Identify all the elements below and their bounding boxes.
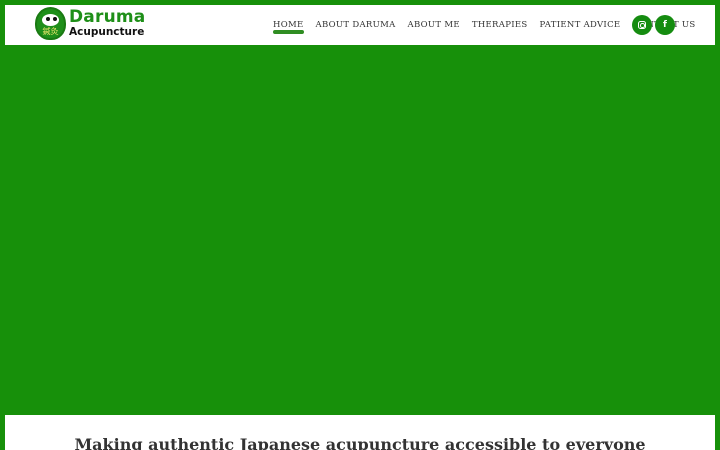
page: 鍼灸 Daruma Acupuncture HOME ABOUT DARUMA … (0, 0, 720, 450)
nav-therapies[interactable]: THERAPIES (472, 20, 528, 30)
intro-section: Making authentic Japanese acupuncture ac… (5, 415, 715, 450)
logo-wordmark: Daruma Acupuncture (69, 9, 145, 38)
logo-line-1: Daruma (69, 7, 146, 28)
facebook-icon: f (663, 20, 667, 30)
nav-home[interactable]: HOME (273, 20, 304, 34)
instagram-button[interactable] (632, 15, 652, 35)
site-logo[interactable]: 鍼灸 Daruma Acupuncture (35, 7, 145, 40)
logo-kanji: 鍼灸 (42, 27, 59, 36)
hero-banner (0, 45, 720, 415)
nav-patient-advice[interactable]: PATIENT ADVICE (540, 20, 621, 30)
social-links: f (632, 15, 675, 35)
daruma-logo-icon: 鍼灸 (35, 7, 66, 40)
daruma-right-eye (53, 17, 57, 21)
daruma-left-eye (46, 17, 50, 21)
instagram-icon (638, 21, 646, 29)
nav-about-me[interactable]: ABOUT ME (408, 20, 460, 30)
nav-about-daruma[interactable]: ABOUT DARUMA (316, 20, 396, 30)
site-header: 鍼灸 Daruma Acupuncture HOME ABOUT DARUMA … (5, 5, 715, 45)
logo-line-2: Acupuncture (69, 26, 145, 39)
facebook-button[interactable]: f (655, 15, 675, 35)
intro-tagline: Making authentic Japanese acupuncture ac… (74, 435, 646, 450)
